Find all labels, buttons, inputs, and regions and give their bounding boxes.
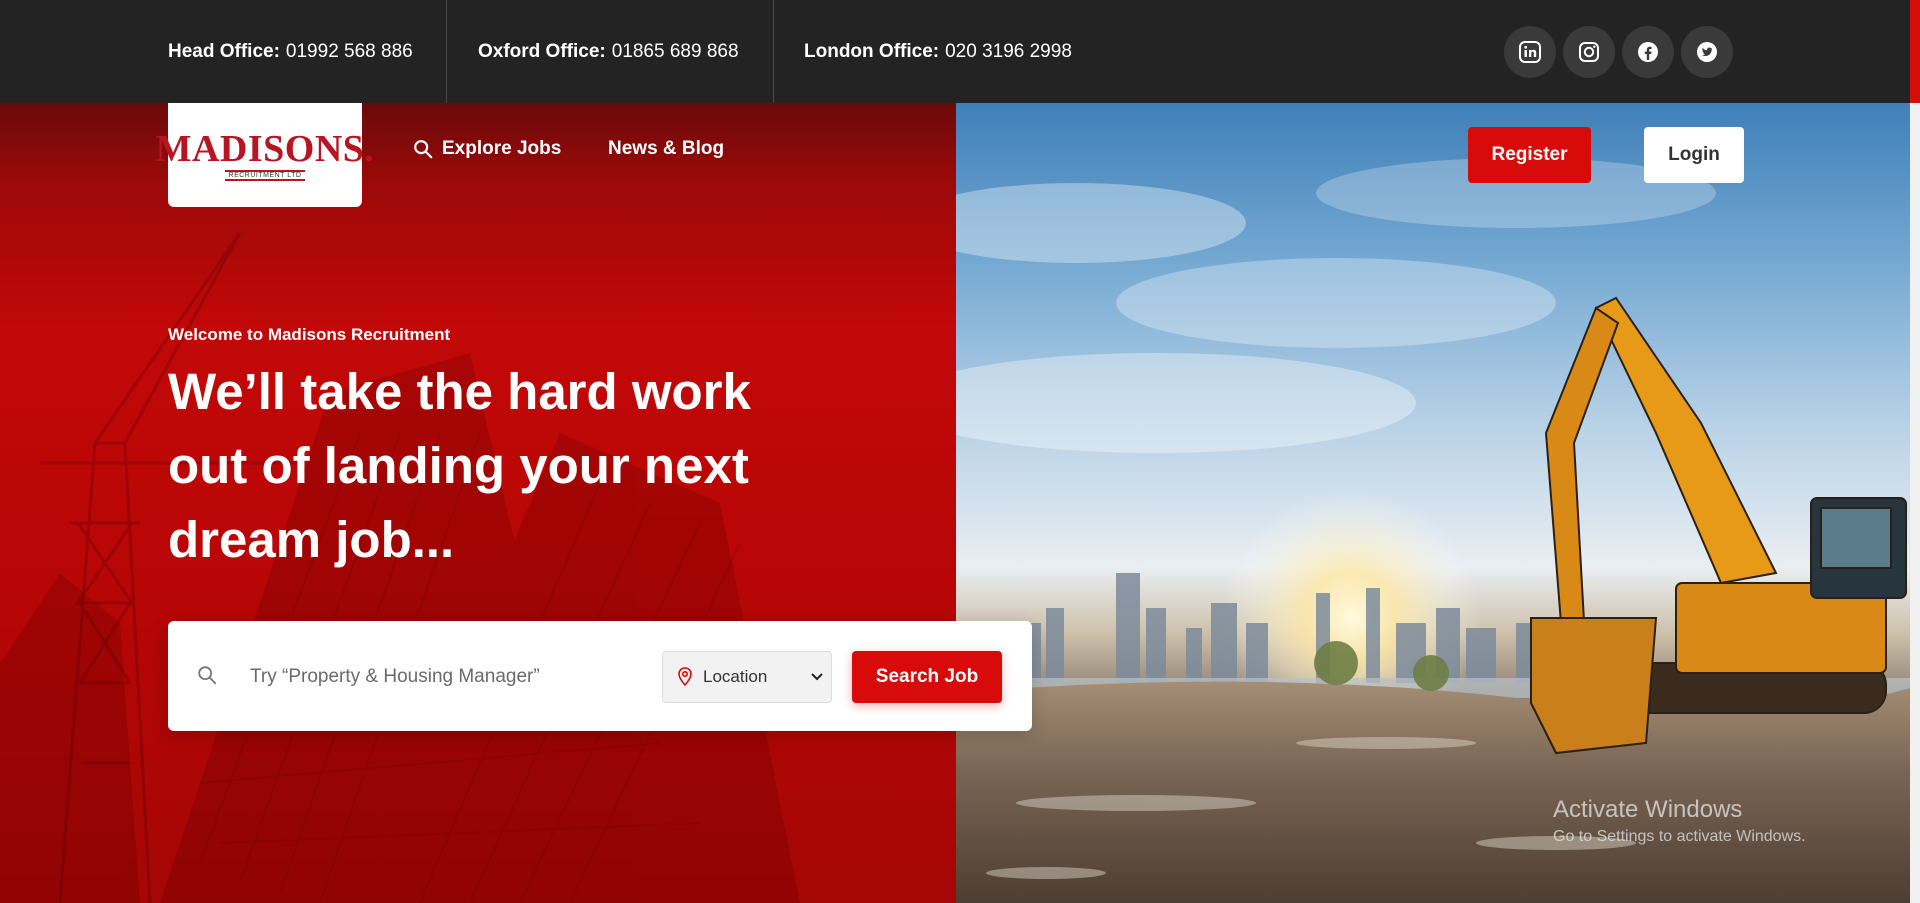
nav-label: Explore Jobs bbox=[442, 138, 562, 159]
divider bbox=[446, 0, 447, 103]
excavator-city-illustration bbox=[956, 158, 1910, 903]
job-search-card: Location Search Job bbox=[168, 621, 1032, 731]
search-job-button[interactable]: Search Job bbox=[852, 651, 1002, 703]
watermark-subtitle: Go to Settings to activate Windows. bbox=[1553, 828, 1806, 845]
office-label: Oxford Office: bbox=[478, 40, 606, 62]
windows-activation-watermark: Activate Windows Go to Settings to activ… bbox=[1553, 796, 1806, 846]
search-icon bbox=[414, 140, 433, 159]
chevron-down-icon bbox=[811, 673, 823, 681]
top-bar: Head Office: 01992 568 886 Oxford Office… bbox=[0, 0, 1910, 103]
scrollbar-thumb[interactable] bbox=[1910, 0, 1920, 103]
linkedin-button[interactable] bbox=[1504, 26, 1556, 78]
hero-right-photo bbox=[956, 103, 1910, 903]
twitter-icon bbox=[1697, 42, 1717, 62]
nav-explore-jobs[interactable]: Explore Jobs bbox=[412, 138, 561, 160]
linkedin-icon bbox=[1519, 41, 1541, 63]
logo-subtitle: RECRUITMENT LTD bbox=[224, 169, 306, 181]
divider bbox=[773, 0, 774, 103]
search-icon bbox=[198, 666, 217, 685]
nav-news-blog[interactable]: News & Blog bbox=[608, 138, 724, 160]
location-value: Location bbox=[703, 667, 768, 686]
twitter-button[interactable] bbox=[1681, 26, 1733, 78]
head-office-contact[interactable]: Head Office: 01992 568 886 bbox=[168, 0, 413, 103]
nav-label: News & Blog bbox=[608, 138, 725, 159]
london-office-contact[interactable]: London Office: 020 3196 2998 bbox=[804, 0, 1072, 103]
oxford-office-contact[interactable]: Oxford Office: 01865 689 868 bbox=[478, 0, 739, 103]
job-search-input[interactable] bbox=[248, 654, 652, 700]
office-phone[interactable]: 01992 568 886 bbox=[286, 41, 413, 63]
office-phone[interactable]: 01865 689 868 bbox=[612, 41, 739, 63]
scrollbar[interactable] bbox=[1910, 0, 1920, 903]
office-label: Head Office: bbox=[168, 40, 280, 62]
map-pin-icon bbox=[678, 667, 692, 687]
madisons-logo[interactable]: MADISONS. RECRUITMENT LTD bbox=[156, 103, 374, 207]
excavator bbox=[1530, 296, 1907, 755]
facebook-icon bbox=[1638, 42, 1658, 62]
instagram-button[interactable] bbox=[1563, 26, 1615, 78]
location-select[interactable]: Location bbox=[662, 651, 832, 703]
office-label: London Office: bbox=[804, 40, 940, 62]
office-phone[interactable]: 020 3196 2998 bbox=[945, 41, 1072, 63]
logo-wordmark: MADISONS. bbox=[155, 127, 375, 170]
watermark-title: Activate Windows bbox=[1553, 796, 1743, 823]
register-button[interactable]: Register bbox=[1468, 127, 1591, 183]
hero-headline: We’ll take the hard work out of landing … bbox=[168, 363, 751, 568]
login-button[interactable]: Login bbox=[1644, 127, 1744, 183]
instagram-icon bbox=[1579, 42, 1599, 62]
hero-eyebrow: Welcome to Madisons Recruitment bbox=[168, 325, 451, 344]
facebook-button[interactable] bbox=[1622, 26, 1674, 78]
